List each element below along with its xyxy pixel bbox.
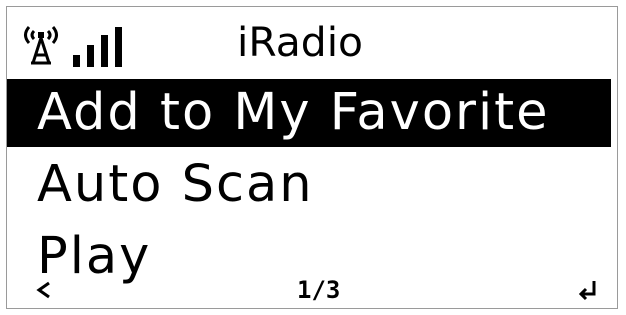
back-arrow-icon[interactable] [35,279,53,301]
header-title: iRadio [237,20,363,66]
footer-bar: 1/3 [7,273,617,307]
enter-icon[interactable] [577,279,599,301]
page-indicator: 1/3 [297,276,341,304]
status-bar: iRadio [7,7,617,77]
menu-item-add-to-my-favorite[interactable]: Add to My Favorite [7,79,611,147]
lcd-screen: iRadio Add to My Favorite Auto Scan Play… [6,6,618,309]
signal-strength-icon [67,25,127,67]
menu-item-auto-scan[interactable]: Auto Scan [7,151,617,219]
antenna-icon [19,21,63,67]
